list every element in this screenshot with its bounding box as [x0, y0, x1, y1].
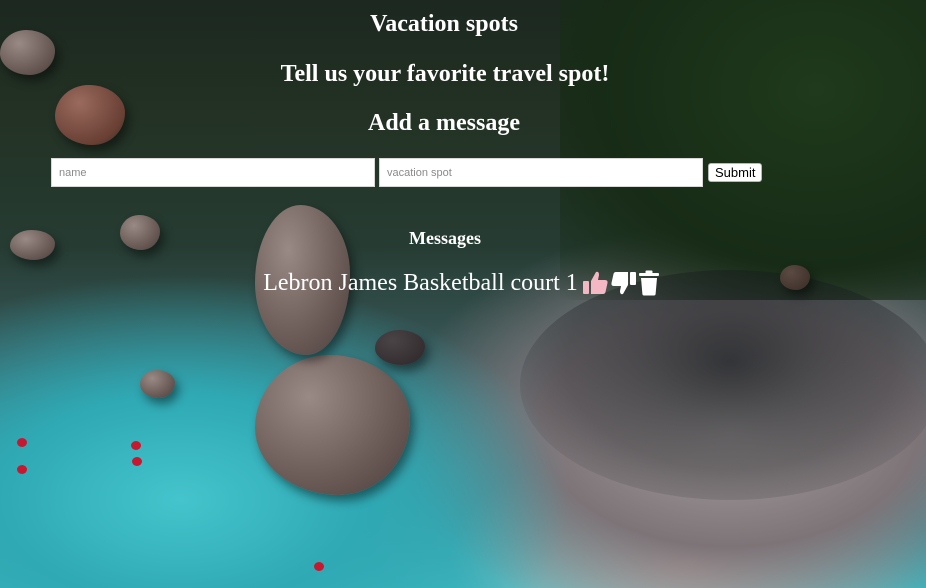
trash-icon[interactable]: [638, 270, 660, 296]
message-text: Lebron James Basketball court 1: [263, 271, 578, 295]
message-item: Lebron James Basketball court 1: [0, 266, 926, 300]
thumbs-up-icon[interactable]: [582, 270, 609, 296]
page-content: Vacation spots Tell us your favorite tra…: [0, 0, 926, 588]
messages-list: Lebron James Basketball court 1: [0, 266, 926, 300]
message-like-count: 1: [565, 270, 578, 296]
add-message-heading: Add a message: [367, 110, 520, 136]
name-input[interactable]: [51, 158, 375, 187]
travel-prompt-heading: Tell us your favorite travel spot!: [280, 61, 610, 87]
message-spot: Basketball court: [403, 270, 560, 296]
vacation-spot-input[interactable]: [379, 158, 703, 187]
page-title: Vacation spots: [370, 11, 518, 37]
thumbs-down-icon[interactable]: [610, 270, 637, 296]
submit-button[interactable]: Submit: [708, 163, 763, 182]
message-name: Lebron James: [263, 270, 398, 296]
messages-heading: Messages: [409, 228, 481, 248]
message-actions: [582, 270, 660, 296]
